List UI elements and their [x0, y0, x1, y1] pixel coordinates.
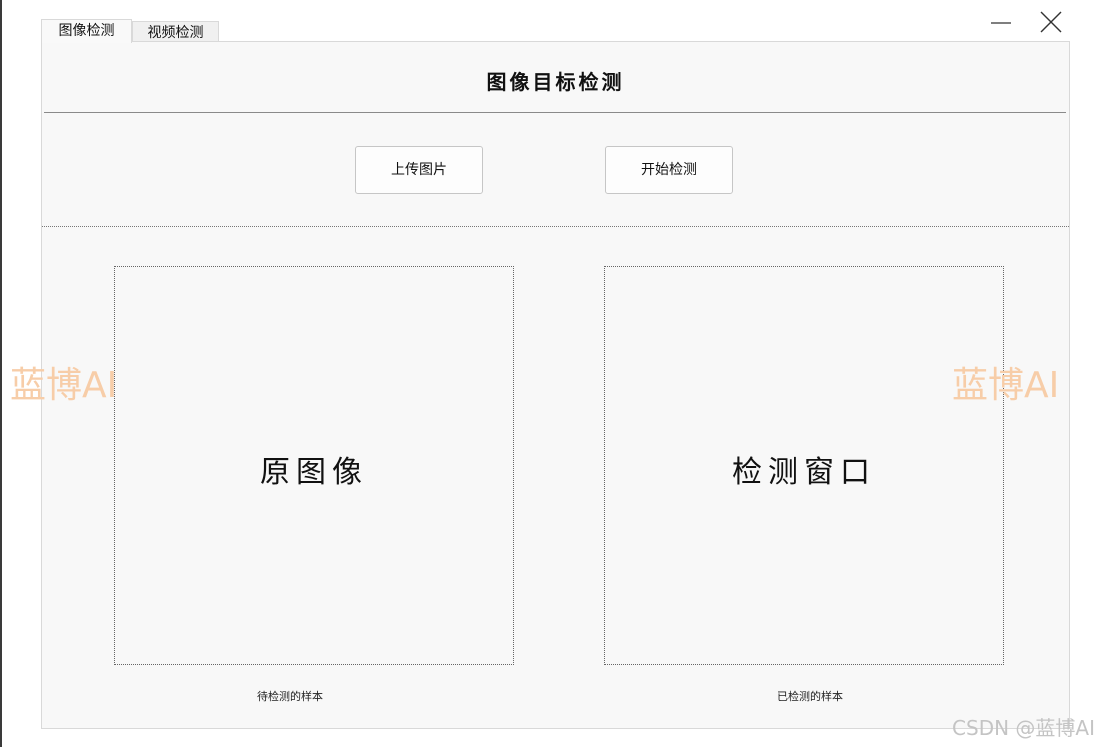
detection-window-box: 检测窗口 [604, 266, 1004, 665]
original-image-box: 原图像 [114, 266, 514, 665]
title-divider [44, 112, 1066, 113]
tab-video-detection[interactable]: 视频检测 [132, 21, 219, 43]
footer-watermark: CSDN @蓝博AI [952, 716, 1095, 740]
section-divider [42, 226, 1069, 227]
original-image-caption: 待检测的样本 [257, 690, 323, 703]
detection-window-caption: 已检测的样本 [777, 690, 843, 703]
original-image-label: 原图像 [260, 455, 368, 490]
minimize-button[interactable] [985, 8, 1017, 36]
upload-image-button[interactable]: 上传图片 [355, 146, 483, 194]
page-title: 图像目标检测 [486, 70, 625, 94]
watermark-left: 蓝博AI [10, 365, 118, 406]
tab-image-detection[interactable]: 图像检测 [41, 19, 132, 43]
detection-window-label: 检测窗口 [732, 455, 876, 490]
minimize-icon [991, 22, 1011, 24]
tab-content-panel: 图像目标检测 上传图片 开始检测 原图像 检测窗口 待检测的样本 已检测的样本 [41, 41, 1070, 729]
window-edge [0, 0, 2, 747]
app-window: 图像检测 视频检测 图像目标检测 上传图片 开始检测 原图像 检测窗口 待检测的… [0, 0, 1101, 747]
watermark-right: 蓝博AI [952, 365, 1060, 406]
start-detection-button[interactable]: 开始检测 [605, 146, 733, 194]
close-button[interactable] [1035, 8, 1067, 36]
close-icon [1040, 11, 1062, 33]
